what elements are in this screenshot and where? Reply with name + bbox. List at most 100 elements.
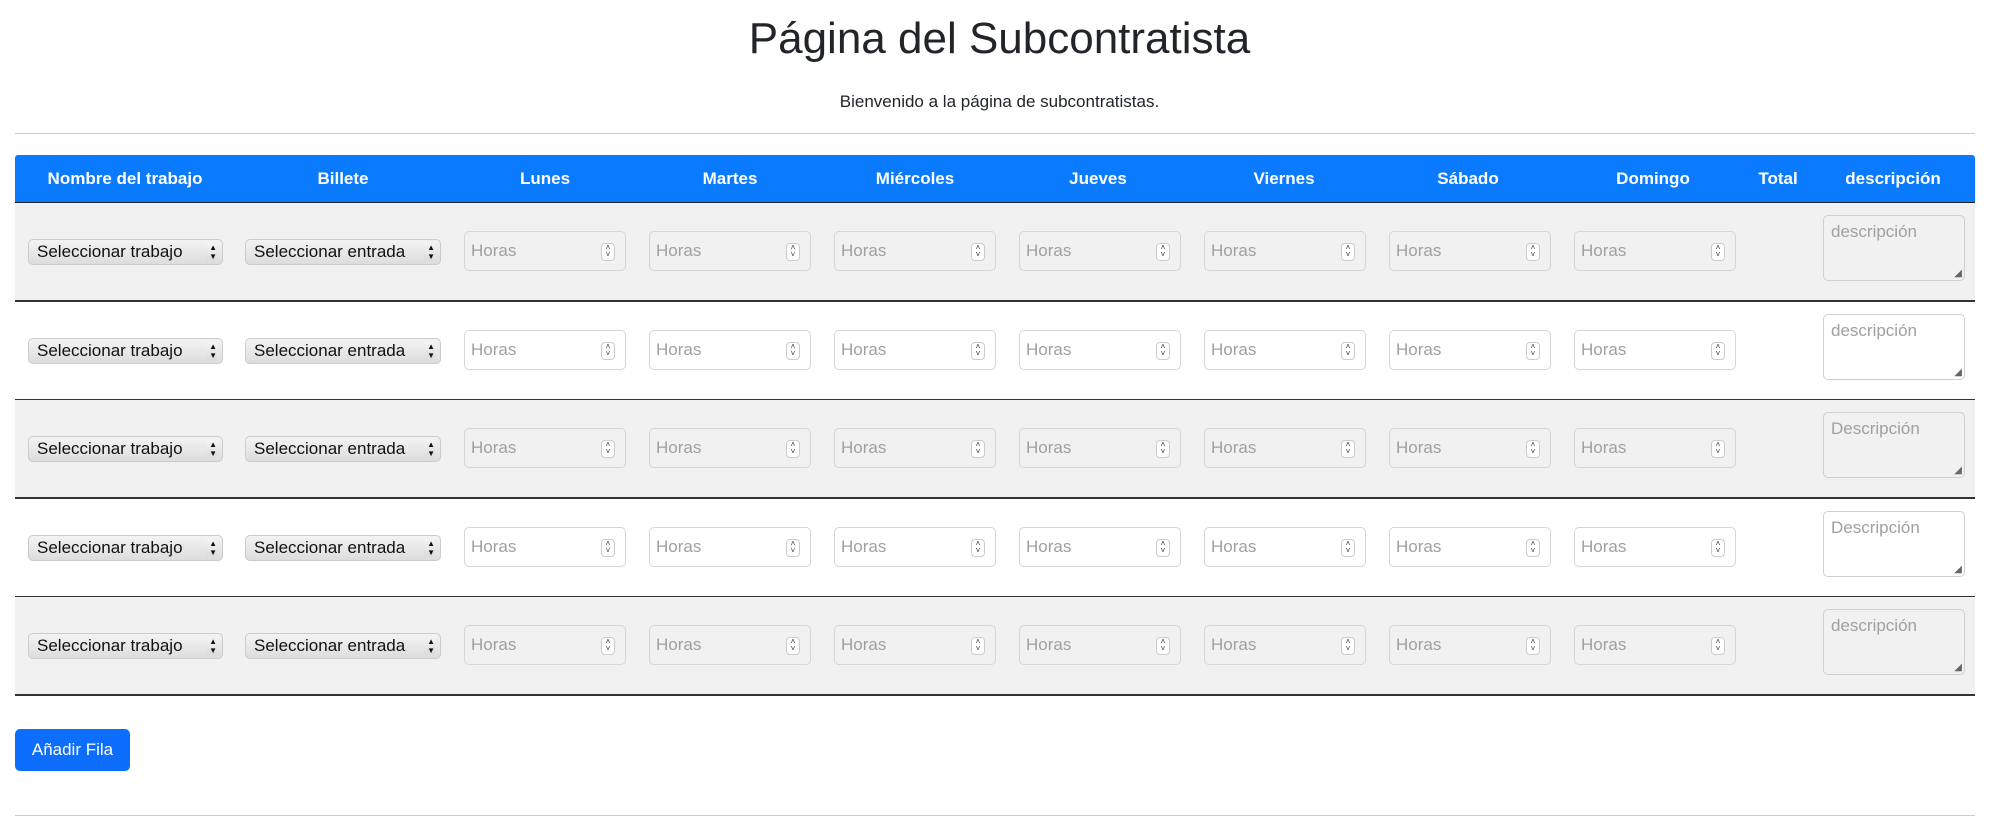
table-row: Seleccionar trabajo ▲ ▼ Seleccionar entrada…: [15, 499, 1975, 598]
description-textarea[interactable]: Descripción ◢: [1823, 412, 1965, 478]
spinner-icon[interactable]: ˄ ˅: [1711, 341, 1725, 360]
job-select[interactable]: Seleccionar trabajo ▲ ▼: [28, 337, 223, 364]
spinner-icon[interactable]: ˄ ˅: [1341, 243, 1355, 261]
spinner-icon[interactable]: ˄ ˅: [1526, 243, 1540, 261]
hours-input-sabado[interactable]: Horas ˄ ˅: [1389, 428, 1551, 468]
spinner-icon[interactable]: ˄ ˅: [1526, 538, 1540, 557]
hours-placeholder: Horas: [1581, 635, 1627, 654]
resize-grip-icon[interactable]: ◢: [1954, 662, 1962, 673]
hours-input-jueves[interactable]: Horas ˄ ˅: [1019, 329, 1181, 370]
hours-input-viernes[interactable]: Horas ˄ ˅: [1204, 231, 1366, 271]
ticket-select[interactable]: Seleccionar entrada ▲ ▼: [245, 337, 441, 364]
ticket-select[interactable]: Seleccionar entrada ▲ ▼: [245, 534, 441, 561]
description-textarea[interactable]: descripción ◢: [1823, 609, 1965, 675]
spinner-icon[interactable]: ˄ ˅: [1341, 341, 1355, 360]
job-select[interactable]: Seleccionar trabajo ▲ ▼: [28, 239, 223, 265]
hours-input-viernes[interactable]: Horas ˄ ˅: [1204, 428, 1366, 468]
hours-input-sabado[interactable]: Horas ˄ ˅: [1389, 231, 1551, 271]
spinner-icon[interactable]: ˄ ˅: [1526, 440, 1540, 458]
spinner-icon[interactable]: ˄ ˅: [971, 243, 985, 261]
spinner-icon[interactable]: ˄ ˅: [1341, 637, 1355, 655]
spinner-icon[interactable]: ˄ ˅: [1341, 538, 1355, 557]
column-header: Billete: [317, 169, 369, 188]
add-row-button[interactable]: Añadir Fila: [15, 729, 130, 771]
spinner-icon[interactable]: ˄ ˅: [971, 440, 985, 458]
hours-input-jueves[interactable]: Horas ˄ ˅: [1019, 231, 1181, 271]
spinner-icon[interactable]: ˄ ˅: [786, 637, 800, 655]
hours-input-miercoles[interactable]: Horas ˄ ˅: [834, 329, 996, 370]
column-header: Lunes: [519, 169, 571, 188]
spinner-icon[interactable]: ˄ ˅: [786, 538, 800, 557]
spinner-icon[interactable]: ˄ ˅: [1156, 637, 1170, 655]
hours-input-sabado[interactable]: Horas ˄ ˅: [1389, 625, 1551, 665]
spinner-icon[interactable]: ˄ ˅: [1711, 440, 1725, 458]
ticket-select[interactable]: Seleccionar entrada ▲ ▼: [245, 239, 441, 265]
hours-input-domingo[interactable]: Horas ˄ ˅: [1574, 428, 1736, 468]
spinner-icon[interactable]: ˄ ˅: [786, 341, 800, 360]
ticket-select[interactable]: Seleccionar entrada ▲ ▼: [245, 436, 441, 462]
select-arrows-icon: ▲ ▼: [206, 440, 217, 458]
hours-input-martes[interactable]: Horas ˄ ˅: [649, 329, 811, 370]
job-select[interactable]: Seleccionar trabajo ▲ ▼: [28, 534, 223, 561]
hours-input-martes[interactable]: Horas ˄ ˅: [649, 625, 811, 665]
hours-input-lunes[interactable]: Horas ˄ ˅: [464, 625, 626, 665]
hours-input-martes[interactable]: Horas ˄ ˅: [649, 526, 811, 567]
hours-input-miercoles[interactable]: Horas ˄ ˅: [834, 526, 996, 567]
job-select[interactable]: Seleccionar trabajo ▲ ▼: [28, 633, 223, 659]
spinner-icon[interactable]: ˄ ˅: [971, 637, 985, 655]
hours-input-sabado[interactable]: Horas ˄ ˅: [1389, 329, 1551, 370]
resize-grip-icon[interactable]: ◢: [1954, 268, 1962, 279]
hours-input-viernes[interactable]: Horas ˄ ˅: [1204, 329, 1366, 370]
hours-input-miercoles[interactable]: Horas ˄ ˅: [834, 625, 996, 665]
spinner-icon[interactable]: ˄ ˅: [786, 243, 800, 261]
hours-input-sabado[interactable]: Horas ˄ ˅: [1389, 526, 1551, 567]
hours-input-lunes[interactable]: Horas ˄ ˅: [464, 428, 626, 468]
spinner-icon[interactable]: ˄ ˅: [1156, 243, 1170, 261]
description-placeholder: Descripción: [1831, 517, 1920, 537]
ticket-select[interactable]: Seleccionar entrada ▲ ▼: [245, 633, 441, 659]
hours-input-martes[interactable]: Horas ˄ ˅: [649, 428, 811, 468]
hours-placeholder: Horas: [1211, 241, 1257, 260]
spinner-icon[interactable]: ˄ ˅: [1526, 637, 1540, 655]
spinner-icon[interactable]: ˄ ˅: [971, 341, 985, 360]
hours-input-jueves[interactable]: Horas ˄ ˅: [1019, 526, 1181, 567]
spinner-icon[interactable]: ˄ ˅: [601, 341, 615, 360]
spinner-icon[interactable]: ˄ ˅: [601, 538, 615, 557]
job-select[interactable]: Seleccionar trabajo ▲ ▼: [28, 436, 223, 462]
hours-input-viernes[interactable]: Horas ˄ ˅: [1204, 526, 1366, 567]
description-textarea[interactable]: Descripción ◢: [1823, 510, 1965, 577]
resize-grip-icon[interactable]: ◢: [1954, 564, 1962, 575]
spinner-icon[interactable]: ˄ ˅: [601, 637, 615, 655]
hours-input-jueves[interactable]: Horas ˄ ˅: [1019, 625, 1181, 665]
spinner-icon[interactable]: ˄ ˅: [1711, 538, 1725, 557]
hours-input-domingo[interactable]: Horas ˄ ˅: [1574, 329, 1736, 370]
spinner-icon[interactable]: ˄ ˅: [786, 440, 800, 458]
hours-input-miercoles[interactable]: Horas ˄ ˅: [834, 428, 996, 468]
hours-input-jueves[interactable]: Horas ˄ ˅: [1019, 428, 1181, 468]
hours-input-lunes[interactable]: Horas ˄ ˅: [464, 329, 626, 370]
spinner-icon[interactable]: ˄ ˅: [1526, 341, 1540, 360]
description-textarea[interactable]: descripción ◢: [1823, 313, 1965, 380]
spinner-icon[interactable]: ˄ ˅: [1341, 440, 1355, 458]
hours-input-domingo[interactable]: Horas ˄ ˅: [1574, 526, 1736, 567]
spinner-icon[interactable]: ˄ ˅: [1156, 440, 1170, 458]
hours-input-miercoles[interactable]: Horas ˄ ˅: [834, 231, 996, 271]
spinner-icon[interactable]: ˄ ˅: [601, 440, 615, 458]
spinner-icon[interactable]: ˄ ˅: [1711, 243, 1725, 261]
spinner-icon[interactable]: ˄ ˅: [971, 538, 985, 557]
hours-input-lunes[interactable]: Horas ˄ ˅: [464, 526, 626, 567]
hours-placeholder: Horas: [471, 339, 517, 359]
description-textarea[interactable]: descripción ◢: [1823, 215, 1965, 281]
hours-input-martes[interactable]: Horas ˄ ˅: [649, 231, 811, 271]
spinner-icon[interactable]: ˄ ˅: [1711, 637, 1725, 655]
hours-input-lunes[interactable]: Horas ˄ ˅: [464, 231, 626, 271]
hours-input-domingo[interactable]: Horas ˄ ˅: [1574, 625, 1736, 665]
resize-grip-icon[interactable]: ◢: [1954, 367, 1962, 378]
spinner-icon[interactable]: ˄ ˅: [1156, 341, 1170, 360]
hours-input-viernes[interactable]: Horas ˄ ˅: [1204, 625, 1366, 665]
resize-grip-icon[interactable]: ◢: [1954, 465, 1962, 476]
column-header: Total: [1758, 169, 1798, 188]
spinner-icon[interactable]: ˄ ˅: [1156, 538, 1170, 557]
spinner-icon[interactable]: ˄ ˅: [601, 243, 615, 261]
hours-input-domingo[interactable]: Horas ˄ ˅: [1574, 231, 1736, 271]
